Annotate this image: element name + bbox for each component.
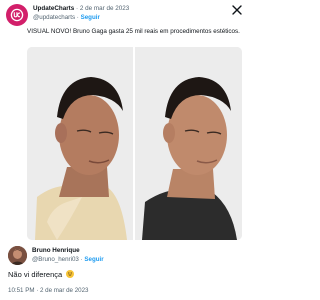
- grinning-face-emoji-icon: [66, 270, 75, 278]
- tweet-date[interactable]: 2 de mar de 2023: [80, 5, 129, 12]
- separator-dot: ·: [76, 5, 79, 12]
- separator-dot: ·: [76, 14, 79, 21]
- reply-handle-line: @Bruno_henri03 · Seguir: [32, 256, 104, 264]
- tweet-card: UpdateCharts · 2 de mar de 2023 @updatec…: [0, 0, 249, 300]
- reply-author-name[interactable]: Bruno Henrique: [32, 247, 80, 255]
- reply-text-line: Não vi diferença: [8, 270, 75, 280]
- author-name[interactable]: UpdateCharts: [33, 5, 74, 12]
- reply-text: Não vi diferença: [8, 270, 63, 279]
- separator-dot: ·: [80, 256, 83, 263]
- before-after-photo[interactable]: [27, 47, 242, 240]
- reply-avatar-image: [8, 246, 27, 265]
- reply-author-avatar[interactable]: [8, 246, 27, 265]
- before-after-image: [27, 47, 242, 240]
- x-logo-icon[interactable]: [232, 5, 242, 15]
- follow-button[interactable]: Seguir: [81, 14, 100, 21]
- tweet-header: UpdateCharts · 2 de mar de 2023 @updatec…: [6, 4, 246, 28]
- author-line: UpdateCharts · 2 de mar de 2023: [33, 5, 129, 13]
- reply-timestamp[interactable]: 10:51 PM · 2 de mar de 2023: [8, 287, 89, 295]
- updatecharts-avatar[interactable]: [6, 4, 28, 26]
- tweet-text: VISUAL NOVO! Bruno Gaga gasta 25 mil rea…: [27, 28, 240, 35]
- handle-line: @updatecharts · Seguir: [33, 14, 100, 22]
- author-handle[interactable]: @updatecharts: [33, 14, 75, 21]
- reply-follow-button[interactable]: Seguir: [84, 256, 103, 263]
- reply-author-handle[interactable]: @Bruno_henri03: [32, 256, 79, 263]
- updatecharts-logo-icon: [10, 8, 24, 22]
